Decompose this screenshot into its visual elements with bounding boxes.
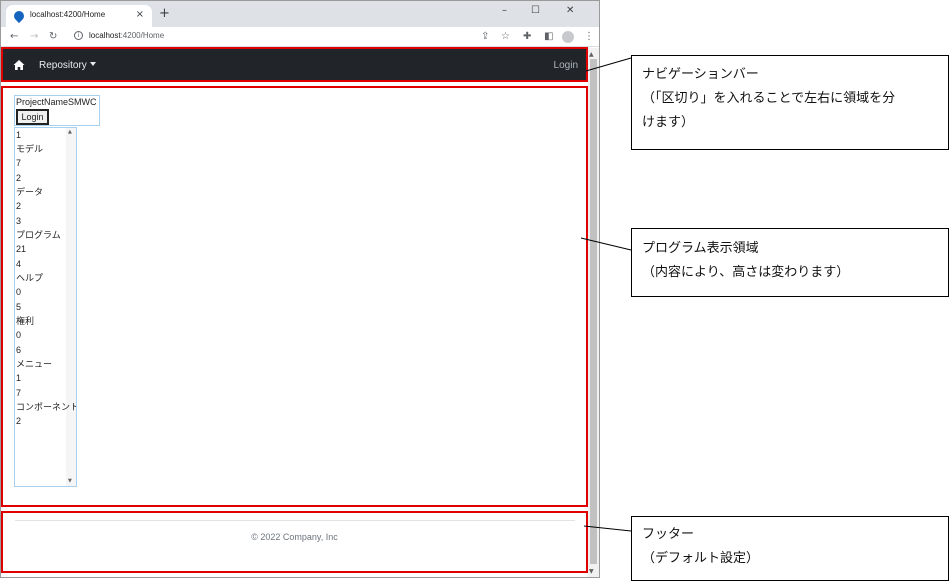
callout-text: （デフォルト設定）: [642, 551, 760, 566]
callout-text: フッター: [642, 527, 695, 542]
navbar-leader-line: [585, 57, 632, 72]
footer-callout: フッター （デフォルト設定）: [631, 516, 949, 581]
footer-leader-line: [583, 525, 632, 532]
callout-text: プログラム表示領域: [642, 241, 759, 256]
program-area-callout: プログラム表示領域 （内容により、高さは変わります）: [631, 228, 949, 297]
navbar-callout: ナビゲーションバー （「区切り」を入れることで左右に領域を分 けます）: [631, 55, 949, 150]
callout-text: （内容により、高さは変わります）: [642, 265, 850, 280]
callout-text: （「区切り」を入れることで左右に領域を分: [642, 91, 896, 106]
program-leader-line: [580, 237, 632, 251]
callout-text: ナビゲーションバー: [642, 67, 759, 82]
callout-text: けます）: [642, 115, 695, 130]
annotated-screenshot: localhost:4200/Home × + – ☐ ✕ ← → ↻ i lo…: [0, 0, 952, 583]
